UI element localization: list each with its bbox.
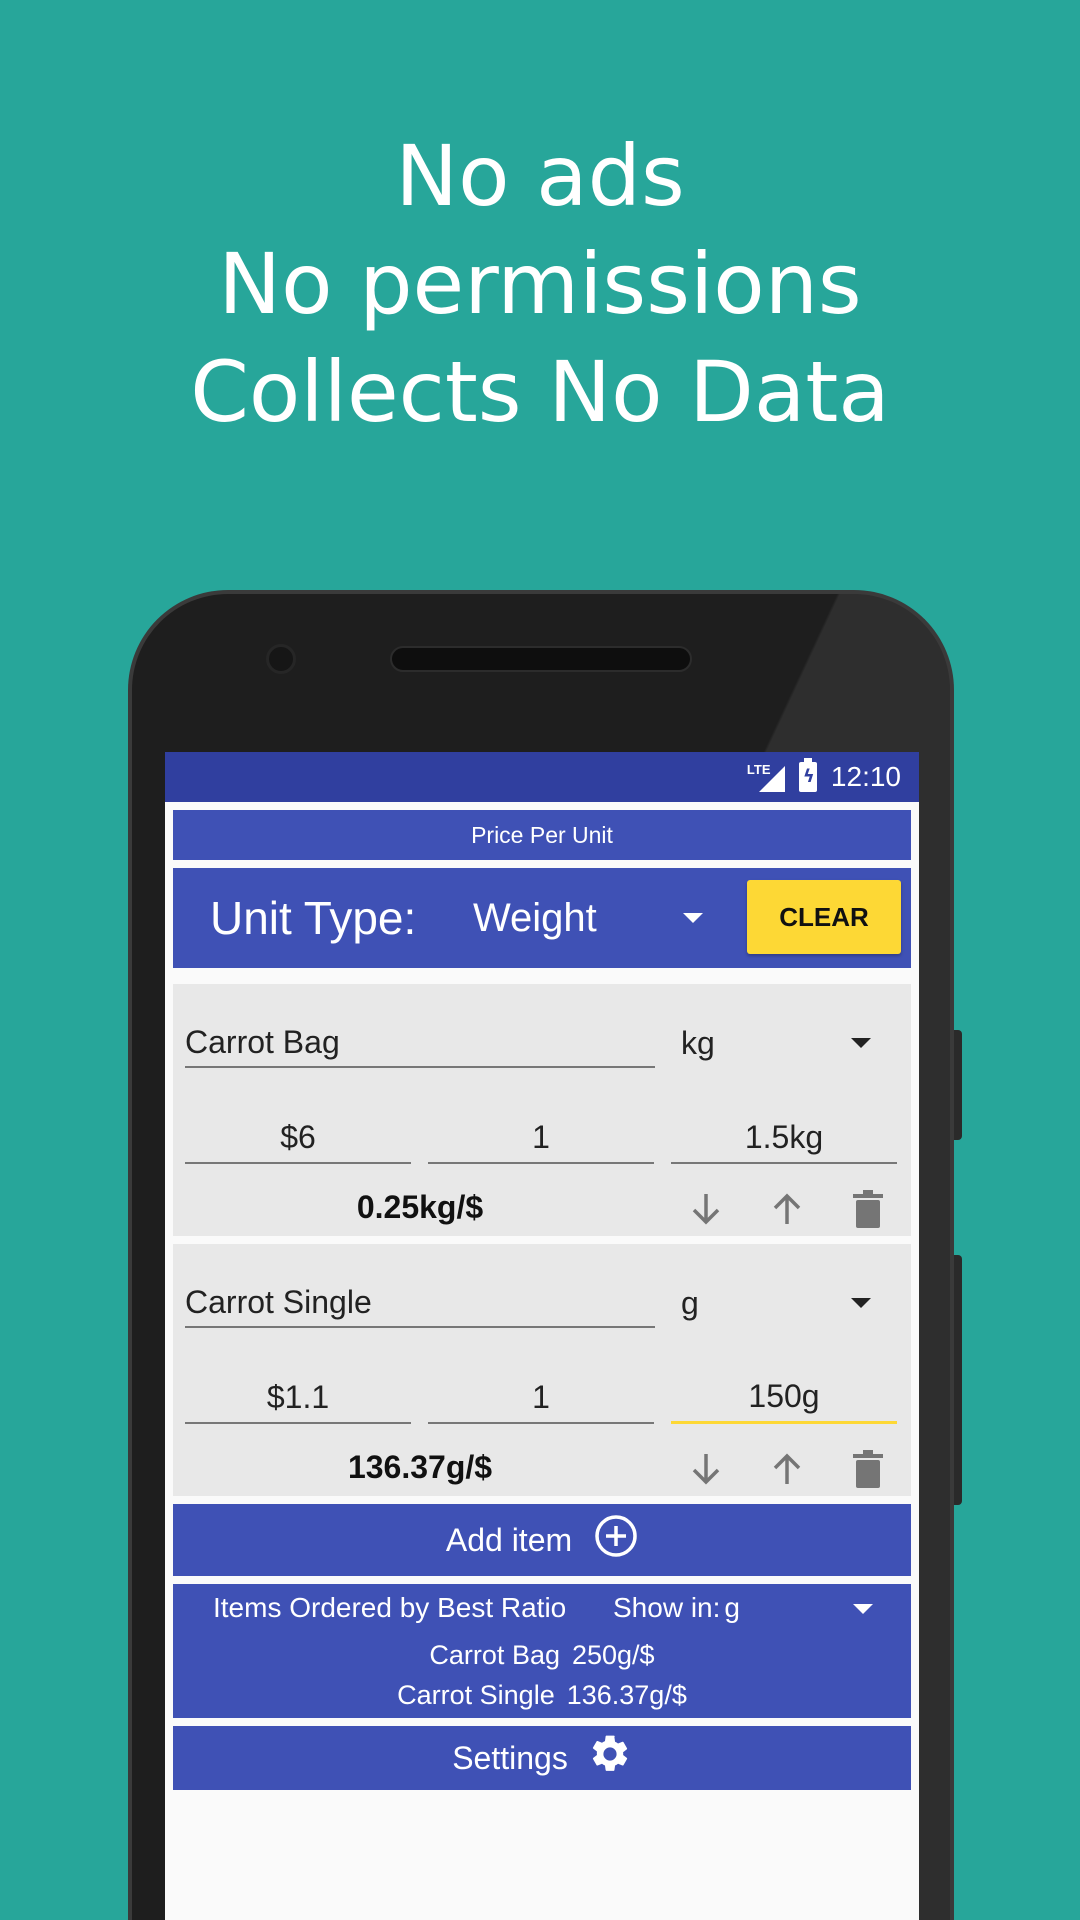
item-card: Carrot Single g $1.1 1 150g 136.37g/$: [173, 1244, 911, 1496]
show-in-label: Show in:: [613, 1592, 721, 1623]
plus-circle-icon: [594, 1514, 638, 1566]
arrow-down-icon[interactable]: [681, 1186, 731, 1232]
headline-no-permissions: No permissions: [218, 235, 862, 333]
volume-button: [954, 1030, 962, 1140]
add-item-button[interactable]: Add item: [173, 1504, 911, 1576]
add-item-label: Add item: [445, 1521, 573, 1558]
front-camera: [266, 644, 296, 674]
ordered-title: Items Ordered by Best Ratio: [213, 1592, 567, 1623]
unit-type-dropdown[interactable]: Weight: [473, 883, 703, 953]
status-bar: LTE ϟ 12:10: [165, 752, 919, 802]
arrow-down-icon[interactable]: [681, 1446, 731, 1492]
unit-type-label: Unit Type:: [210, 892, 417, 944]
item-unit-dropdown[interactable]: kg: [681, 1018, 881, 1068]
signal-icon: LTE: [747, 762, 785, 792]
quantity-field[interactable]: 1: [428, 1372, 654, 1424]
chevron-down-icon: [851, 1298, 871, 1308]
show-in-value: g: [724, 1592, 740, 1623]
unit-type-bar: Unit Type: Weight CLEAR: [173, 868, 911, 968]
item-unit-value: g: [681, 1284, 699, 1321]
result-name: Carrot Bag: [429, 1640, 560, 1670]
item-name-field[interactable]: Carrot Bag: [185, 1018, 655, 1068]
clear-button[interactable]: CLEAR: [747, 880, 901, 954]
item-card: Carrot Bag kg $6 1 1.5kg 0.25kg/$: [173, 984, 911, 1236]
arrow-up-icon[interactable]: [762, 1446, 812, 1492]
item-name-field[interactable]: Carrot Single: [185, 1278, 655, 1328]
chevron-down-icon: [851, 1038, 871, 1048]
power-button: [954, 1255, 962, 1505]
item-unit-dropdown[interactable]: g: [681, 1278, 881, 1328]
app-title: Price Per Unit: [471, 821, 613, 848]
item-unit-value: kg: [681, 1024, 715, 1061]
trash-icon[interactable]: [843, 1446, 893, 1492]
price-field[interactable]: $1.1: [185, 1372, 411, 1424]
result-row: Carrot Single 136.37g/$: [173, 1680, 911, 1711]
phone-speaker: [390, 646, 692, 672]
price-field[interactable]: $6: [185, 1112, 411, 1164]
unit-type-value: Weight: [473, 895, 597, 940]
size-field[interactable]: 1.5kg: [671, 1112, 897, 1164]
trash-icon[interactable]: [843, 1186, 893, 1232]
status-time: 12:10: [830, 761, 901, 792]
item-ratio: 136.37g/$: [347, 1448, 493, 1485]
quantity-field[interactable]: 1: [428, 1112, 654, 1164]
settings-label: Settings: [452, 1739, 568, 1776]
show-in-dropdown[interactable]: Show in: g: [613, 1592, 740, 1624]
headline-no-ads: No ads: [395, 127, 685, 225]
result-name: Carrot Single: [397, 1680, 555, 1710]
gear-icon: [588, 1732, 632, 1784]
result-ratio: 136.37g/$: [566, 1680, 687, 1710]
settings-button[interactable]: Settings: [173, 1726, 911, 1790]
item-ratio: 0.25kg/$: [356, 1188, 484, 1225]
ordered-results-panel: Items Ordered by Best Ratio Show in: g C…: [173, 1584, 911, 1718]
headline-collects-no-data: Collects No Data: [190, 343, 890, 441]
app-title-bar: Price Per Unit: [173, 810, 911, 860]
phone-screen: LTE ϟ 12:10 Price Per Unit Unit Type: We…: [165, 752, 919, 1920]
arrow-up-icon[interactable]: [762, 1186, 812, 1232]
result-row: Carrot Bag 250g/$: [173, 1640, 911, 1671]
battery-icon: ϟ: [798, 758, 817, 792]
chevron-down-icon: [683, 913, 703, 923]
size-field[interactable]: 150g: [671, 1372, 897, 1424]
chevron-down-icon[interactable]: [853, 1604, 873, 1614]
result-ratio: 250g/$: [571, 1640, 655, 1670]
